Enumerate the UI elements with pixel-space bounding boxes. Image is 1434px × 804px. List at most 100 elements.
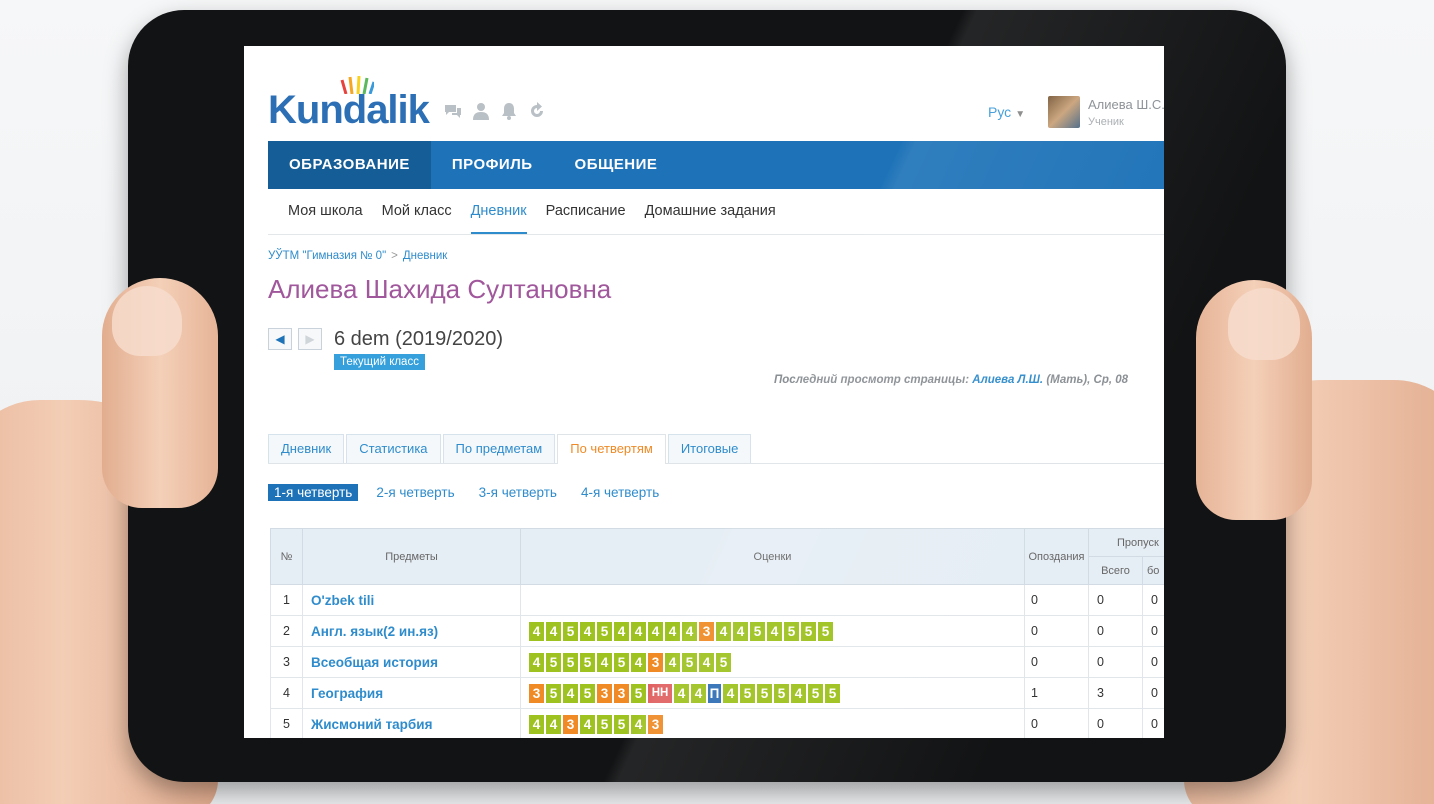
kundalik-logo[interactable]: Kundalik <box>268 88 430 133</box>
grade-mark[interactable]: 4 <box>631 621 646 641</box>
grade-mark[interactable]: 4 <box>723 683 738 703</box>
grade-mark[interactable]: 5 <box>757 683 772 703</box>
language-selector[interactable]: Рус ▼ <box>988 104 1025 120</box>
grade-mark[interactable]: 5 <box>546 683 561 703</box>
grade-mark[interactable]: 4 <box>699 652 714 672</box>
grade-mark[interactable]: 5 <box>631 683 646 703</box>
grade-mark[interactable]: 5 <box>580 652 595 672</box>
col-header-num: № <box>270 528 303 585</box>
grade-mark[interactable]: 4 <box>733 621 748 641</box>
grade-mark[interactable]: 4 <box>665 621 680 641</box>
grade-mark[interactable]: 4 <box>529 621 544 641</box>
subject-link[interactable]: O'zbek tili <box>302 584 521 616</box>
grade-mark[interactable]: 5 <box>614 714 629 734</box>
grade-mark[interactable]: 5 <box>801 621 816 641</box>
grade-mark[interactable]: 5 <box>597 714 612 734</box>
grade-mark[interactable]: 5 <box>546 652 561 672</box>
absence-total: 0 <box>1088 615 1143 647</box>
absence-sick: 0 <box>1142 708 1164 738</box>
grade-mark[interactable]: 5 <box>808 683 823 703</box>
quarter-4[interactable]: 4-я четверть <box>575 484 665 501</box>
grade-mark[interactable]: 3 <box>529 683 544 703</box>
grade-mark[interactable]: 4 <box>791 683 806 703</box>
tab-statistics[interactable]: Статистика <box>346 434 441 463</box>
grade-mark[interactable]: 5 <box>563 621 578 641</box>
subject-link[interactable]: Жисмоний тарбия <box>302 708 521 738</box>
grades-cell <box>520 584 1025 616</box>
breadcrumb-diary[interactable]: Дневник <box>403 250 447 262</box>
sub-nav-my-class[interactable]: Мой класс <box>382 189 452 234</box>
grade-mark[interactable]: 4 <box>691 683 706 703</box>
subject-link[interactable]: Англ. язык(2 ин.яз) <box>302 615 521 647</box>
grade-mark[interactable]: 3 <box>648 652 663 672</box>
grade-mark[interactable]: 4 <box>529 652 544 672</box>
avatar[interactable] <box>1048 96 1080 128</box>
grade-mark[interactable]: 5 <box>774 683 789 703</box>
grade-mark[interactable]: 5 <box>716 652 731 672</box>
tab-diary[interactable]: Дневник <box>268 434 345 463</box>
sub-nav-diary[interactable]: Дневник <box>470 189 527 234</box>
grade-mark[interactable]: 4 <box>716 621 731 641</box>
grade-mark[interactable]: 3 <box>648 714 663 734</box>
grade-mark[interactable]: 5 <box>580 683 595 703</box>
grade-mark[interactable]: 3 <box>597 683 612 703</box>
grade-mark[interactable]: 4 <box>529 714 544 734</box>
grade-mark[interactable]: 5 <box>818 621 833 641</box>
grade-mark[interactable]: 4 <box>665 652 680 672</box>
sub-nav-my-school[interactable]: Моя школа <box>288 189 363 234</box>
table-row: 5 Жисмоний тарбия 4 4 3 4 5 5 4 3 0 0 0 <box>270 708 1164 738</box>
user-name[interactable]: Алиева Ш.С. <box>1088 97 1164 112</box>
grade-mark[interactable]: 5 <box>614 652 629 672</box>
main-nav-education[interactable]: ОБРАЗОВАНИЕ <box>268 141 431 189</box>
main-nav-communication[interactable]: ОБЩЕНИЕ <box>554 141 679 189</box>
grade-mark[interactable]: 4 <box>767 621 782 641</box>
row-number: 5 <box>270 708 303 738</box>
grade-mark[interactable]: 5 <box>682 652 697 672</box>
user-icon[interactable] <box>472 102 490 120</box>
grade-mark[interactable]: 3 <box>563 714 578 734</box>
grade-mark[interactable]: 5 <box>825 683 840 703</box>
quarter-3[interactable]: 3-я четверть <box>473 484 563 501</box>
next-class-button[interactable]: ▶ <box>298 328 322 350</box>
grade-mark[interactable]: П <box>708 683 721 703</box>
grade-mark[interactable]: 4 <box>563 683 578 703</box>
grade-mark[interactable]: 5 <box>750 621 765 641</box>
grade-mark[interactable]: 5 <box>597 621 612 641</box>
grade-mark[interactable]: 5 <box>784 621 799 641</box>
subject-link[interactable]: География <box>302 677 521 709</box>
breadcrumb-school[interactable]: УЎТМ "Гимназия № 0" <box>268 250 386 262</box>
last-view-user[interactable]: Алиева Л.Ш. <box>972 374 1043 386</box>
tab-final[interactable]: Итоговые <box>667 434 752 463</box>
grade-mark[interactable]: 4 <box>674 683 689 703</box>
col-header-grades: Оценки <box>520 528 1025 585</box>
grade-mark[interactable]: 4 <box>631 714 646 734</box>
grade-mark[interactable]: 5 <box>740 683 755 703</box>
chat-icon[interactable] <box>444 102 462 120</box>
grade-mark[interactable]: 4 <box>648 621 663 641</box>
quarter-2[interactable]: 2-я четверть <box>370 484 460 501</box>
grade-mark[interactable]: 4 <box>682 621 697 641</box>
sub-nav-schedule[interactable]: Расписание <box>546 189 626 234</box>
grade-mark[interactable]: 4 <box>614 621 629 641</box>
quarter-1[interactable]: 1-я четверть <box>268 484 359 501</box>
tab-by-quarters[interactable]: По четвертям <box>557 434 666 464</box>
grade-mark[interactable]: 4 <box>580 621 595 641</box>
grade-mark[interactable]: 3 <box>614 683 629 703</box>
sub-nav-homework[interactable]: Домашние задания <box>645 189 776 234</box>
grade-mark[interactable]: 4 <box>546 621 561 641</box>
subject-link[interactable]: Всеобщая история <box>302 646 521 678</box>
logo-rays-icon <box>340 76 374 94</box>
grade-mark[interactable]: 4 <box>546 714 561 734</box>
grade-mark[interactable]: НН <box>648 683 672 703</box>
grade-mark[interactable]: 3 <box>699 621 714 641</box>
bell-icon[interactable] <box>500 102 518 120</box>
grade-mark[interactable]: 4 <box>631 652 646 672</box>
main-nav-profile[interactable]: ПРОФИЛЬ <box>431 141 554 189</box>
refresh-icon[interactable] <box>528 102 546 120</box>
tab-by-subjects[interactable]: По предметам <box>442 434 556 463</box>
absence-sick: 0 <box>1142 584 1164 616</box>
grade-mark[interactable]: 5 <box>563 652 578 672</box>
prev-class-button[interactable]: ◀ <box>268 328 292 350</box>
grade-mark[interactable]: 4 <box>597 652 612 672</box>
grade-mark[interactable]: 4 <box>580 714 595 734</box>
